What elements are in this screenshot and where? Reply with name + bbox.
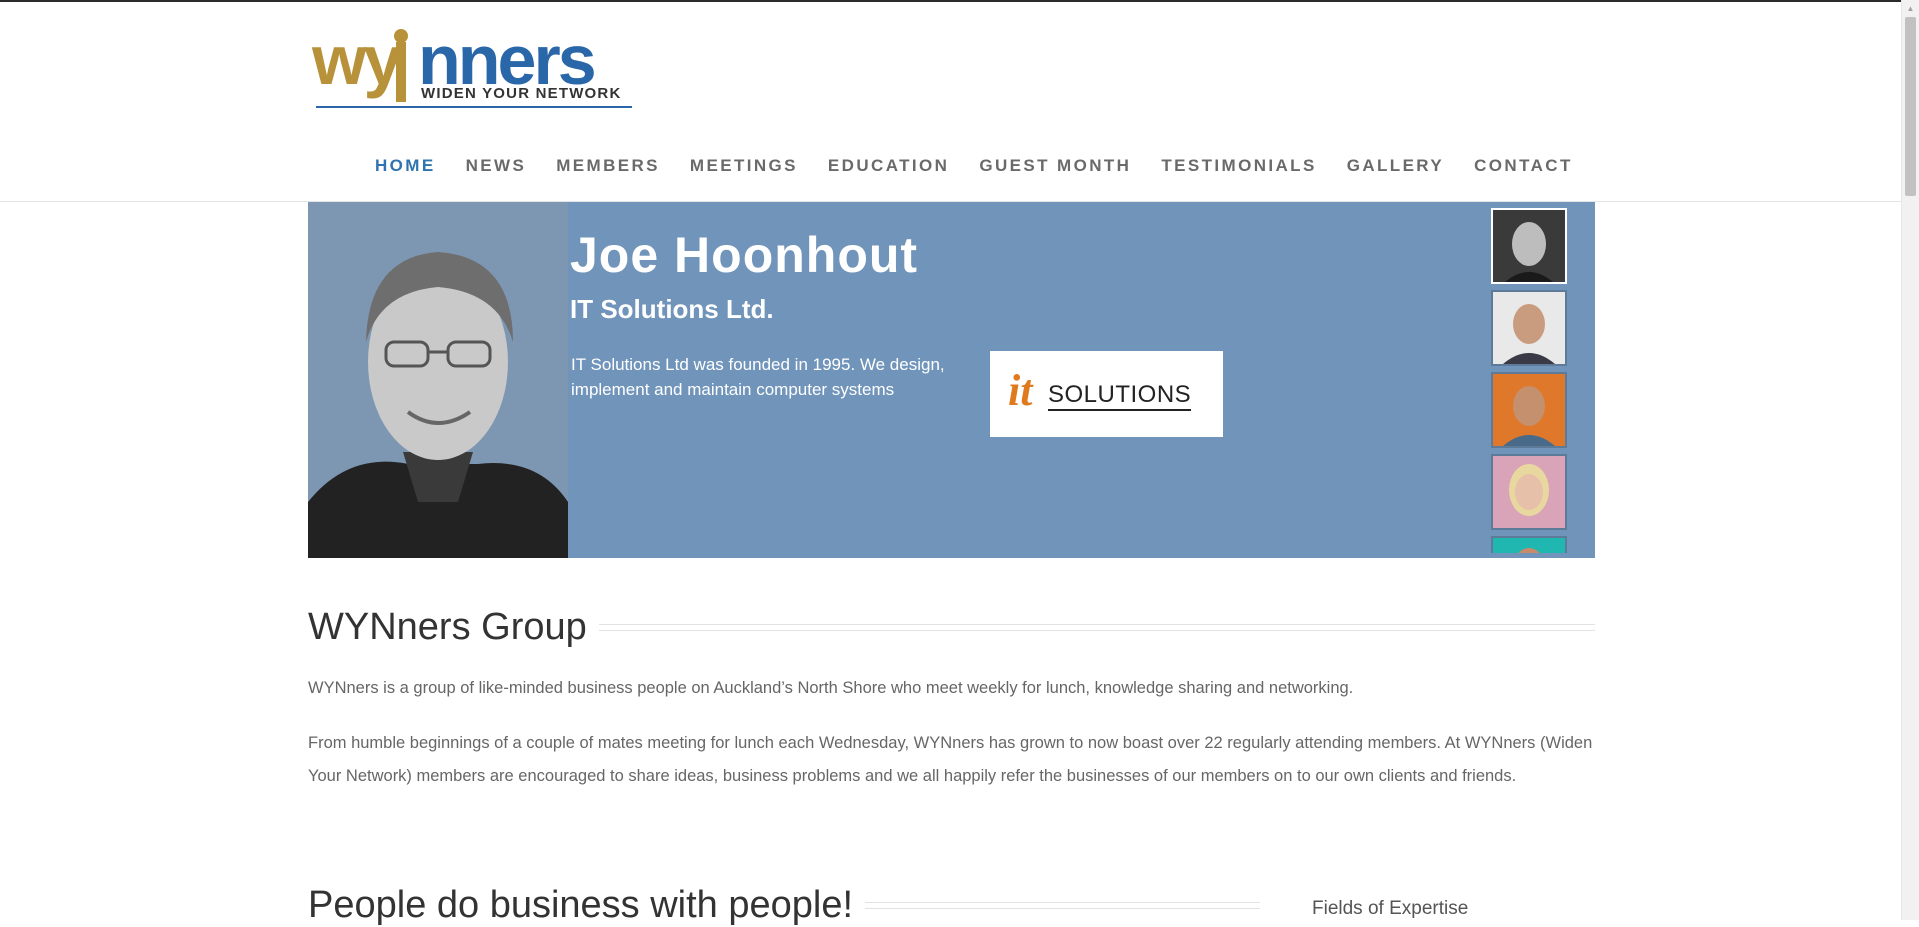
logo-figure-body: [396, 42, 406, 102]
nav-testimonials[interactable]: TESTIMONIALS: [1161, 156, 1316, 178]
nav-members[interactable]: MEMBERS: [556, 156, 660, 178]
page-scrollbar[interactable]: ▲: [1901, 0, 1919, 920]
member-thumb-2[interactable]: [1491, 290, 1567, 366]
member-spotlight-slider[interactable]: Joe Hoonhout IT Solutions Ltd. IT Soluti…: [308, 202, 1595, 558]
scroll-thumb[interactable]: [1905, 17, 1916, 196]
people-heading-rule: [865, 902, 1260, 909]
member-thumbnails: [1491, 208, 1567, 553]
portrait-image: [308, 202, 568, 558]
nav-home[interactable]: HOME: [375, 156, 436, 178]
logo-underline: [316, 106, 632, 108]
member-thumb-3[interactable]: [1491, 372, 1567, 448]
company-logo-solutions: SOLUTIONS: [1048, 381, 1192, 411]
nav-contact[interactable]: CONTACT: [1474, 156, 1573, 178]
wynners-logo[interactable]: wy nners WIDEN YOUR NETWORK: [312, 22, 637, 112]
sidebar-title: Fields of Expertise: [1312, 898, 1469, 919]
group-heading-rule: [598, 624, 1595, 631]
group-section-heading: WYNners Group: [308, 606, 1595, 649]
intro-paragraph: WYNners is a group of like-minded busine…: [308, 679, 1354, 697]
people-section-heading: People do business with people!: [308, 884, 1260, 927]
nav-meetings[interactable]: MEETINGS: [690, 156, 798, 178]
history-paragraph: From humble beginnings of a couple of ma…: [308, 734, 1593, 785]
member-thumb-4[interactable]: [1491, 454, 1567, 530]
member-thumb-5[interactable]: [1491, 536, 1567, 553]
nav-gallery[interactable]: GALLERY: [1347, 156, 1444, 178]
window-top-border: [0, 0, 1919, 2]
logo-wy: wy: [312, 22, 402, 99]
nav-guest-month[interactable]: GUEST MONTH: [979, 156, 1131, 178]
people-heading: People do business with people!: [308, 884, 854, 926]
group-heading: WYNners Group: [308, 606, 587, 648]
logo-tagline: WIDEN YOUR NETWORK: [421, 85, 622, 102]
logo-figure-head: [394, 29, 408, 43]
member-thumb-1[interactable]: [1491, 208, 1567, 284]
company-logo-it: it: [1008, 366, 1033, 415]
member-name: Joe Hoonhout: [570, 227, 919, 283]
company-logo: it SOLUTIONS: [990, 351, 1223, 437]
logo-graphic: wy nners WIDEN YOUR NETWORK: [312, 22, 632, 108]
scroll-up-arrow-icon[interactable]: ▲: [1902, 0, 1919, 17]
main-navigation: HOME NEWS MEMBERS MEETINGS EDUCATION GUE…: [375, 156, 1573, 178]
member-portrait: [308, 202, 568, 558]
nav-news[interactable]: NEWS: [466, 156, 527, 178]
nav-education[interactable]: EDUCATION: [828, 156, 949, 178]
member-company: IT Solutions Ltd.: [570, 294, 774, 324]
member-description: IT Solutions Ltd was founded in 1995. We…: [571, 355, 945, 399]
